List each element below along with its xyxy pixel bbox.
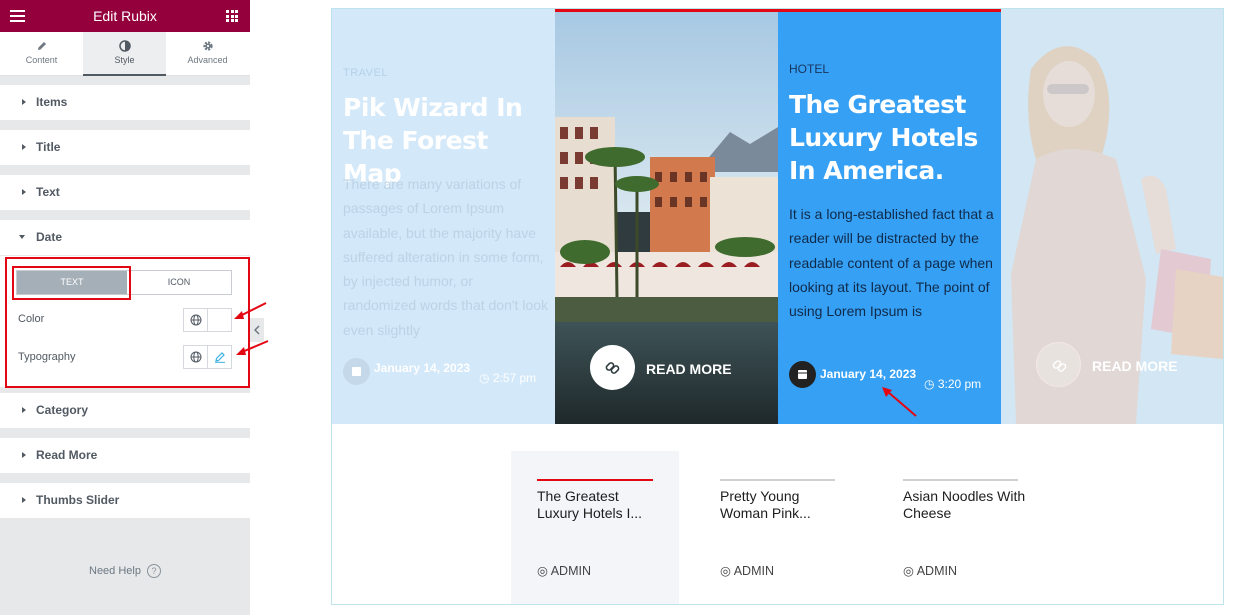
link-button[interactable] (590, 345, 635, 390)
tab-style-label: Style (114, 55, 135, 65)
section-text[interactable]: Text (0, 175, 250, 210)
user-circle-icon: ◎ (903, 564, 917, 578)
half-circle-icon (118, 40, 131, 52)
slide-time-value: 3:20 pm (937, 377, 982, 391)
thumb-progress-bar (903, 479, 1018, 481)
slide-hotel-image[interactable]: READ MORE (555, 9, 778, 424)
calendar-icon (789, 361, 816, 388)
link-button[interactable] (1036, 342, 1081, 387)
section-label: Date (36, 230, 63, 244)
thumb-item[interactable]: Pretty Young Woman Pink... ◎ ADMIN (694, 451, 844, 604)
need-help-label: Need Help (89, 565, 141, 577)
section-label: Thumbs Slider (36, 493, 120, 507)
slide-hotel-active[interactable]: HOTEL The Greatest Luxury Hotels In Amer… (778, 9, 1001, 424)
panel-tabs: Content Style Advanced (0, 32, 250, 76)
highlight-box-text-toggle (12, 266, 131, 300)
slide-date: January 14, 2023 (374, 361, 471, 375)
panel-collapse-handle[interactable] (250, 318, 264, 342)
section-label: Items (36, 95, 68, 109)
section-date[interactable]: Date (0, 220, 250, 255)
section-thumbs-slider[interactable]: Thumbs Slider (0, 483, 250, 518)
widgets-grid-icon[interactable] (226, 10, 238, 22)
thumb-title: Pretty Young Woman Pink... (720, 488, 811, 521)
caret-right-icon (22, 497, 26, 503)
editor-panel: Edit Rubix Content Style Advanced Items … (0, 0, 269, 615)
slide-woman-image[interactable]: READ MORE (1001, 9, 1223, 424)
caret-right-icon (22, 144, 26, 150)
caret-right-icon (22, 99, 26, 105)
slide-text: There are many variations of passages of… (343, 176, 549, 338)
need-help-link[interactable]: Need Help? (0, 564, 250, 578)
slide-title[interactable]: The Greatest Luxury Hotels In America. (789, 88, 999, 187)
section-items[interactable]: Items (0, 85, 250, 120)
panel-header: Edit Rubix (0, 0, 250, 32)
user-circle-icon: ◎ (537, 564, 551, 578)
caret-right-icon (22, 189, 26, 195)
question-circle-icon: ? (146, 564, 161, 578)
clock-icon: ◷ (479, 371, 493, 385)
thumb-item[interactable]: Asian Noodles With Cheese ◎ ADMIN (877, 451, 1027, 604)
section-read-more[interactable]: Read More (0, 438, 250, 473)
caret-right-icon (22, 452, 26, 458)
thumb-author: ◎ ADMIN (903, 563, 957, 578)
tab-style[interactable]: Style (83, 32, 166, 76)
slide-date: January 14, 2023 (820, 367, 917, 381)
slide-text: It is a long-established fact that a rea… (789, 206, 994, 320)
slide-time-value: 2:57 pm (492, 371, 537, 385)
tab-content-label: Content (25, 55, 58, 65)
slide-category[interactable]: TRAVEL (343, 67, 388, 79)
thumb-author: ◎ ADMIN (720, 563, 774, 578)
thumb-title: Asian Noodles With Cheese (903, 488, 1026, 521)
slide-time: ◷ 2:57 pm (479, 371, 536, 385)
section-label: Category (36, 403, 89, 417)
panel-title: Edit Rubix (93, 8, 157, 24)
chevron-left-icon (253, 325, 260, 335)
section-title[interactable]: Title (0, 130, 250, 165)
author-name: ADMIN (550, 564, 591, 578)
read-more-link[interactable]: READ MORE (646, 361, 732, 377)
tab-content[interactable]: Content (0, 32, 83, 76)
slide-category[interactable]: HOTEL (789, 62, 829, 76)
caret-right-icon (22, 407, 26, 413)
slide-travel[interactable]: TRAVEL Pik Wizard In The Forest Map Ther… (332, 9, 555, 424)
caret-down-icon (19, 235, 25, 239)
tab-advanced-label: Advanced (187, 55, 228, 65)
calendar-icon (343, 358, 370, 385)
author-name: ADMIN (916, 564, 957, 578)
section-label: Read More (36, 448, 98, 462)
thumb-progress-bar (720, 479, 835, 481)
gear-icon (202, 41, 213, 51)
clock-icon: ◷ (924, 377, 938, 391)
thumb-author: ◎ ADMIN (537, 563, 591, 578)
section-category[interactable]: Category (0, 393, 250, 428)
link-icon (605, 362, 620, 374)
slide-time: ◷ 3:20 pm (924, 377, 981, 391)
user-circle-icon: ◎ (720, 564, 734, 578)
link-icon (1052, 360, 1067, 372)
pencil-icon (37, 42, 46, 50)
thumb-item[interactable]: The Greatest Luxury Hotels I... ◎ ADMIN (511, 451, 679, 604)
author-name: ADMIN (733, 564, 774, 578)
tab-advanced[interactable]: Advanced (166, 32, 249, 76)
read-more-link[interactable]: READ MORE (1092, 358, 1178, 374)
rubix-preview: TRAVEL Pik Wizard In The Forest Map Ther… (331, 8, 1224, 605)
thumb-title: The Greatest Luxury Hotels I... (537, 488, 643, 521)
section-label: Text (36, 185, 60, 199)
thumb-progress-bar (537, 479, 653, 481)
section-label: Title (36, 140, 61, 154)
annotation-arrow-date (882, 387, 917, 417)
